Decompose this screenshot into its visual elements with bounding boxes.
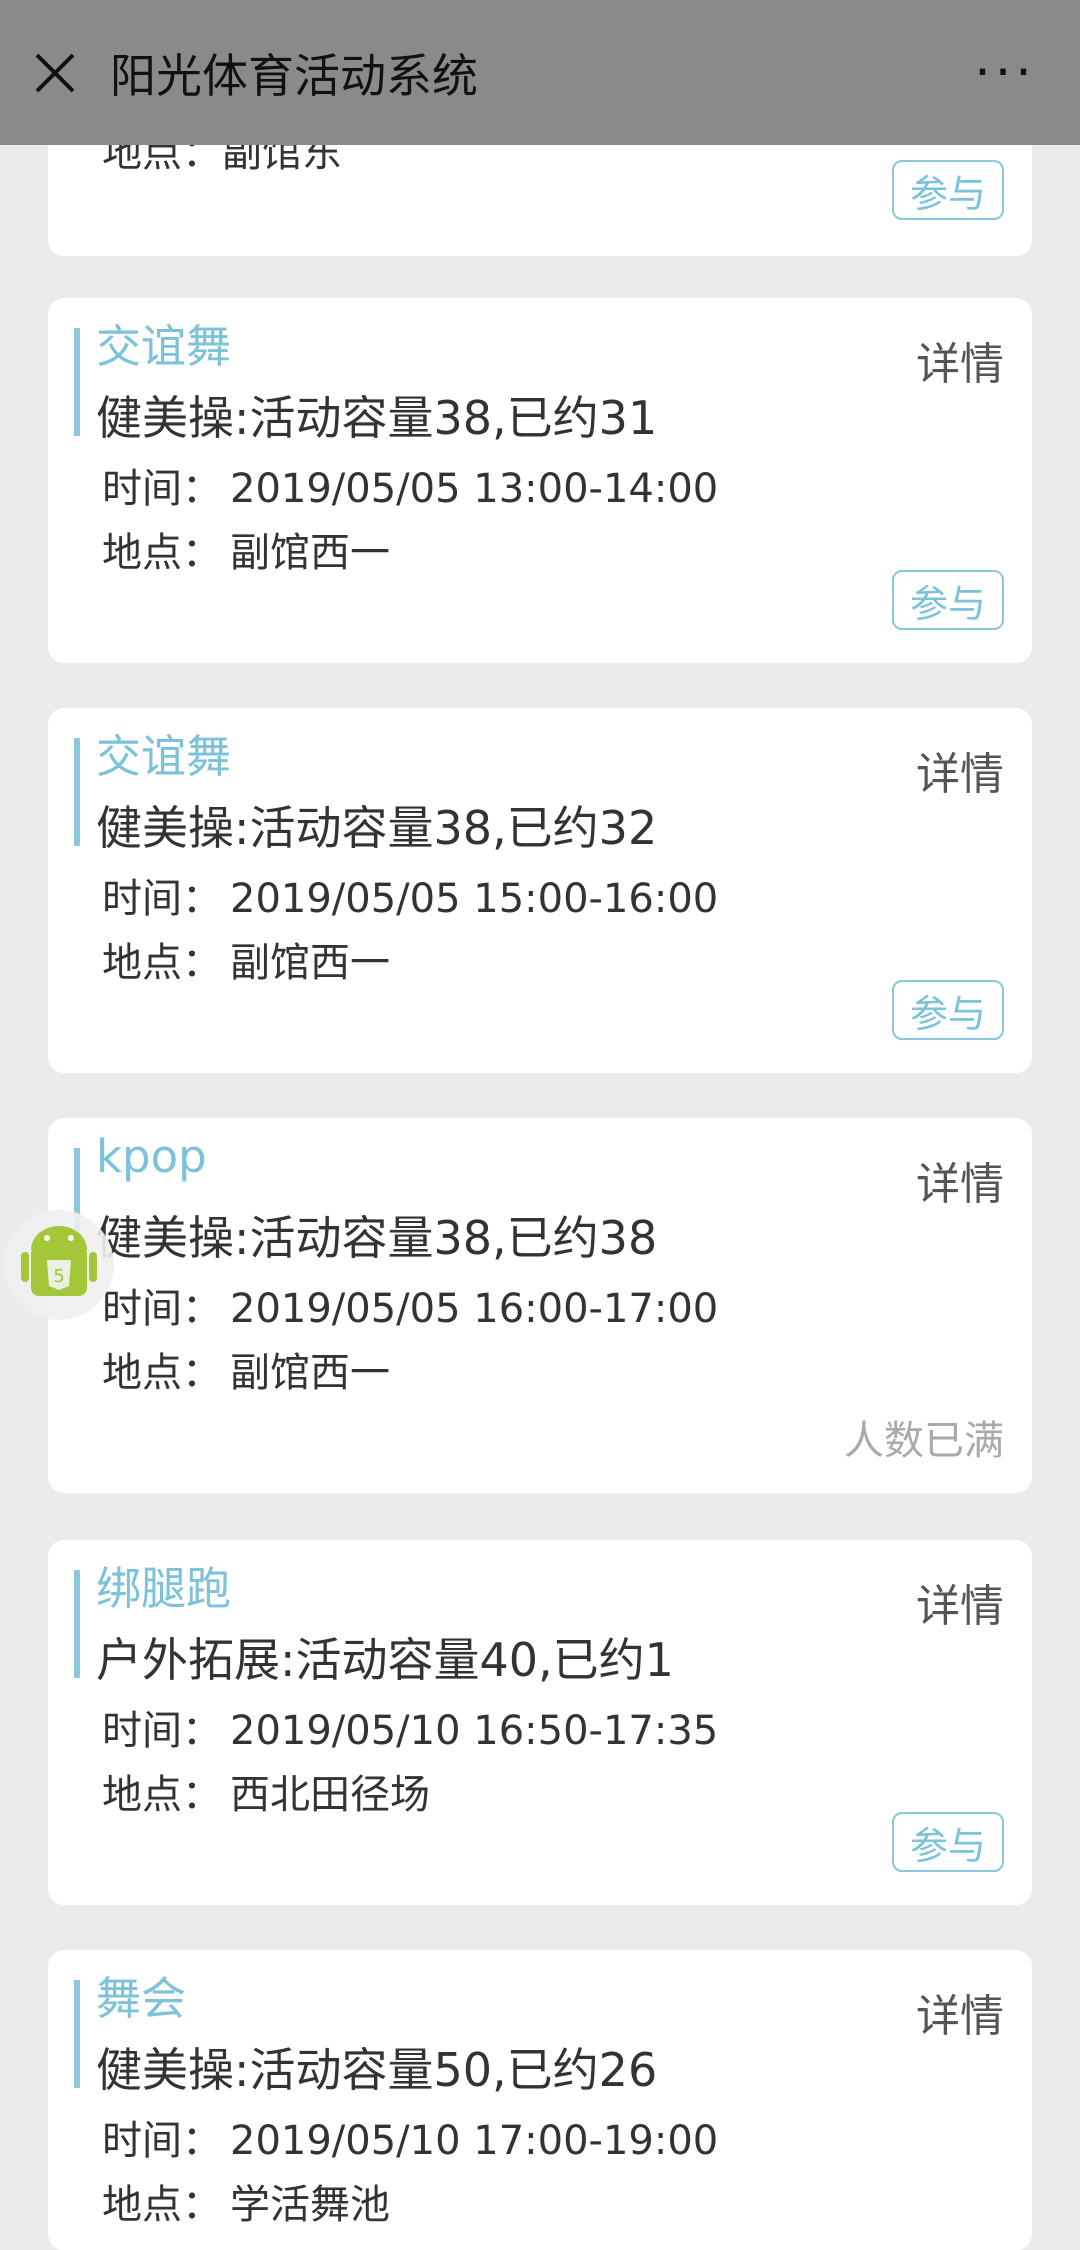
time-label: 时间： [102,1286,222,1332]
location-row: 地点： 副馆西一 [102,1340,390,1398]
activity-summary: 健美操:活动容量38,已约31 [96,382,657,448]
location-label: 地点： [102,1772,222,1818]
time-row: 时间： 2019/05/10 16:50-17:35 [102,1698,718,1756]
android-html5-icon[interactable]: 5 [4,1210,114,1320]
capacity-label: 活动容量 [249,391,434,445]
location-row: 地点： 西北田径场 [102,1762,430,1820]
separator: : [280,1633,296,1687]
time-value: 2019/05/05 15:00-16:00 [230,876,719,922]
time-value: 2019/05/05 16:00-17:00 [230,1286,719,1332]
category: 健美操 [96,1211,234,1265]
join-button[interactable]: 参与 [892,160,1004,220]
capacity-value: 38 [433,391,493,445]
activity-card[interactable]: 舞会 详情 健美操:活动容量50,已约26 时间： 2019/05/10 17:0… [48,1950,1032,2250]
location-label: 地点： [102,1350,222,1396]
page-title: 阳光体育活动系统 [110,48,478,103]
capacity-value: 38 [433,801,493,855]
detail-link[interactable]: 详情 [916,1148,1004,1212]
android-icon-graphic: 5 [21,1226,97,1296]
capacity-value: 38 [433,1211,493,1265]
location-label: 地点： [102,530,222,576]
time-label: 时间： [102,2118,222,2164]
location-value: 副馆西一 [230,940,390,986]
separator: : [234,801,250,855]
time-row: 时间： 2019/05/05 15:00-16:00 [102,866,718,924]
activity-card[interactable]: 交谊舞 详情 健美操:活动容量38,已约32 时间： 2019/05/05 15:… [48,708,1032,1073]
booked-value: 1 [644,1633,674,1687]
activity-card[interactable]: 绑腿跑 详情 户外拓展:活动容量40,已约1 时间： 2019/05/10 16:… [48,1540,1032,1905]
location-value: 西北田径场 [230,1772,430,1818]
detail-link[interactable]: 详情 [916,738,1004,802]
join-button[interactable]: 参与 [892,570,1004,630]
location-value: 副馆西一 [230,1350,390,1396]
activity-name: 交谊舞 [96,320,232,373]
booked-label: ,已约 [492,391,599,445]
activity-summary: 健美操:活动容量50,已约26 [96,2034,657,2100]
location-row: 地点： 学活舞池 [102,2172,390,2230]
activity-summary: 健美操:活动容量38,已约32 [96,792,657,858]
detail-link[interactable]: 详情 [916,328,1004,392]
booked-value: 38 [598,1211,658,1265]
time-value: 2019/05/10 17:00-19:00 [230,2118,719,2164]
location-row: 地点： 副馆西一 [102,520,390,578]
detail-link[interactable]: 详情 [916,1570,1004,1634]
capacity-value: 50 [433,2043,493,2097]
capacity-label: 活动容量 [249,2043,434,2097]
detail-link[interactable]: 详情 [916,1980,1004,2044]
time-row: 时间： 2019/05/05 13:00-14:00 [102,456,718,514]
category: 健美操 [96,2043,234,2097]
top-bar: 阳光体育活动系统 ··· [0,0,1080,145]
close-button[interactable] [0,0,110,145]
location-value: 副馆西一 [230,530,390,576]
accent-bar [74,738,80,846]
time-value: 2019/05/10 16:50-17:35 [230,1708,719,1754]
location-label: 地点： [102,2182,222,2228]
capacity-value: 40 [479,1633,539,1687]
activity-name: kpop [96,1130,207,1183]
booked-label: ,已约 [492,801,599,855]
booked-label: ,已约 [492,2043,599,2097]
full-status-label: 人数已满 [844,1418,1004,1464]
separator: : [234,391,250,445]
activity-name: 交谊舞 [96,730,232,783]
location-label: 地点： [102,940,222,986]
separator: : [234,1211,250,1265]
accent-bar [74,1570,80,1678]
category: 健美操 [96,391,234,445]
location-value: 学活舞池 [230,2182,390,2228]
time-label: 时间： [102,876,222,922]
category: 户外拓展 [96,1633,280,1687]
activity-card[interactable]: kpop 详情 健美操:活动容量38,已约38 时间： 2019/05/05 16… [48,1118,1032,1493]
time-label: 时间： [102,466,222,512]
time-row: 时间： 2019/05/05 16:00-17:00 [102,1276,718,1334]
activity-summary: 健美操:活动容量38,已约38 [96,1202,657,1268]
join-button[interactable]: 参与 [892,1812,1004,1872]
join-button[interactable]: 参与 [892,980,1004,1040]
booked-value: 32 [598,801,658,855]
time-row: 时间： 2019/05/10 17:00-19:00 [102,2108,718,2166]
location-row: 地点： 副馆西一 [102,930,390,988]
activity-name: 绑腿跑 [96,1562,232,1615]
booked-value: 26 [598,2043,658,2097]
activity-summary: 户外拓展:活动容量40,已约1 [96,1624,674,1690]
time-label: 时间： [102,1708,222,1754]
activity-name: 舞会 [96,1972,187,2025]
accent-bar [74,1980,80,2088]
svg-text:5: 5 [53,1266,64,1287]
capacity-label: 活动容量 [249,1211,434,1265]
more-horizontal-icon: ··· [974,42,1036,103]
capacity-label: 活动容量 [249,801,434,855]
more-button[interactable]: ··· [930,0,1080,145]
accent-bar [74,328,80,436]
booked-label: ,已约 [538,1633,645,1687]
booked-label: ,已约 [492,1211,599,1265]
booked-value: 31 [598,391,658,445]
close-icon [35,53,75,92]
category: 健美操 [96,801,234,855]
separator: : [234,2043,250,2097]
activity-card[interactable]: 交谊舞 详情 健美操:活动容量38,已约31 时间： 2019/05/05 13:… [48,298,1032,663]
capacity-label: 活动容量 [295,1633,480,1687]
time-value: 2019/05/05 13:00-14:00 [230,466,719,512]
